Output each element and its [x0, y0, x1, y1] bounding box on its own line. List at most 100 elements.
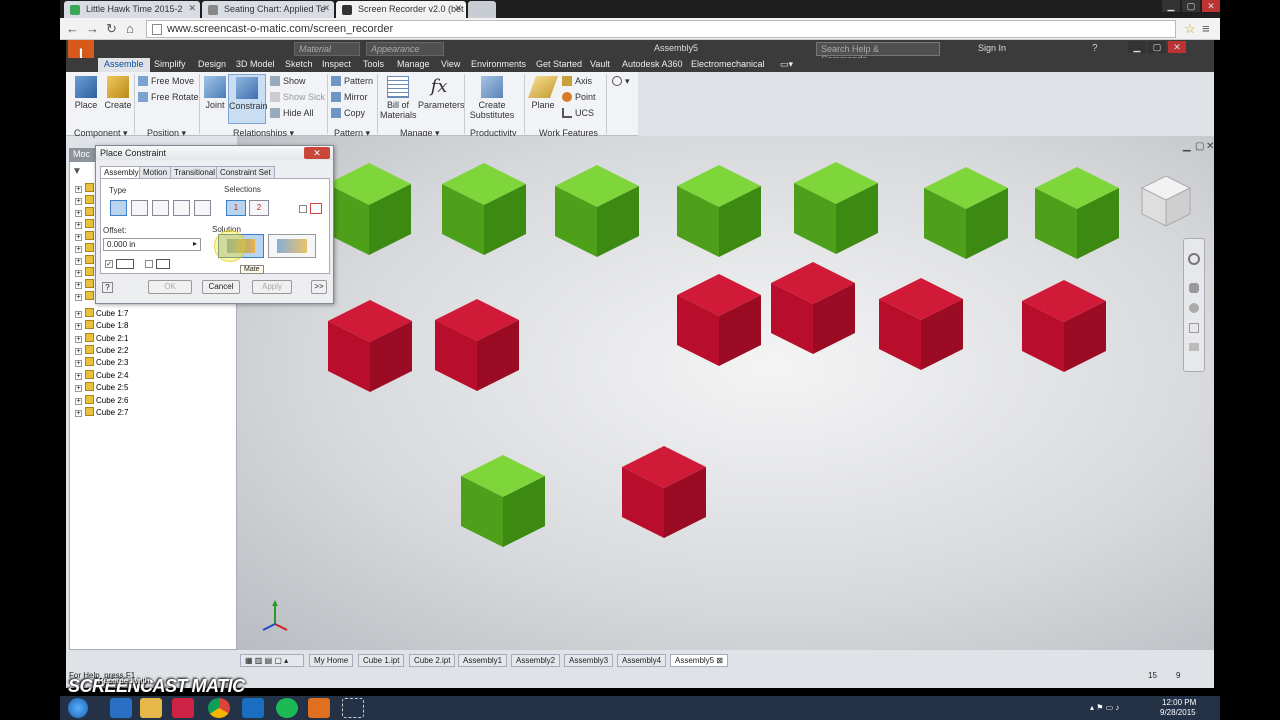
- tab-inspect[interactable]: Inspect: [322, 58, 351, 72]
- tab-assembly[interactable]: Assembly: [100, 166, 143, 178]
- group-position[interactable]: Position ▾: [147, 128, 186, 139]
- expand-icon[interactable]: +: [75, 270, 82, 277]
- expand-icon[interactable]: +: [75, 311, 82, 318]
- expand-icon[interactable]: +: [75, 210, 82, 217]
- tree-row-partial[interactable]: +: [75, 291, 96, 301]
- doc-tab-assembly5[interactable]: Assembly5 ⊠: [670, 654, 729, 667]
- tree-item[interactable]: + Cube 2:2: [75, 345, 128, 355]
- browser-tab-3[interactable]: Screen Recorder v2.0 (bet ✕: [336, 1, 466, 18]
- expand-icon[interactable]: +: [75, 258, 82, 265]
- filter-icon[interactable]: ▼: [72, 166, 82, 177]
- tab-motion[interactable]: Motion: [139, 166, 172, 178]
- expand-icon[interactable]: +: [75, 348, 82, 355]
- steering-wheel-icon[interactable]: [1188, 253, 1200, 265]
- expand-icon[interactable]: +: [75, 186, 82, 193]
- home-icon[interactable]: ⌂: [126, 21, 134, 36]
- start-button-icon[interactable]: [68, 698, 88, 718]
- mirror-button[interactable]: Mirror: [331, 92, 368, 102]
- look-at-icon[interactable]: [1189, 343, 1199, 351]
- show-preview-checkbox[interactable]: ✓: [105, 260, 113, 268]
- tab-environments[interactable]: Environments: [471, 58, 526, 72]
- create-button[interactable]: Create: [104, 76, 132, 110]
- red-cube[interactable]: [328, 300, 412, 392]
- green-cube[interactable]: [442, 163, 526, 255]
- dialog-close-button[interactable]: ✕: [304, 147, 330, 159]
- hide-all-button[interactable]: Hide All: [270, 108, 314, 118]
- expand-icon[interactable]: +: [75, 323, 82, 330]
- app-close-icon[interactable]: ✕: [1168, 41, 1186, 53]
- offset-arrow-icon[interactable]: ▸: [193, 239, 197, 248]
- tree-item[interactable]: + Cube 2:4: [75, 370, 128, 380]
- green-cube[interactable]: [794, 162, 878, 254]
- constrain-button[interactable]: Constrain: [228, 74, 268, 124]
- doc-tab-assembly4[interactable]: Assembly4: [617, 654, 667, 667]
- tree-item[interactable]: + Cube 1:8: [75, 320, 128, 330]
- expand-icon[interactable]: +: [75, 198, 82, 205]
- tree-item[interactable]: + Cube 2:5: [75, 382, 128, 392]
- tree-row-partial[interactable]: +: [75, 195, 96, 205]
- expand-icon[interactable]: +: [75, 294, 82, 301]
- tab-simplify[interactable]: Simplify: [154, 58, 186, 72]
- tangent-type-button[interactable]: [152, 200, 169, 216]
- axis-button[interactable]: Axis: [562, 76, 592, 86]
- viewport-restore-icon[interactable]: ▢: [1195, 141, 1204, 152]
- browser-tab-2[interactable]: Seating Chart: Applied Te ✕: [202, 1, 334, 18]
- browser-tab-1[interactable]: Little Hawk Time 2015-2 ✕: [64, 1, 200, 18]
- tab-view[interactable]: View: [441, 58, 460, 72]
- red-cube[interactable]: [879, 278, 963, 370]
- expand-icon[interactable]: +: [75, 385, 82, 392]
- green-cube[interactable]: [327, 163, 411, 255]
- tab-manage[interactable]: Manage: [397, 58, 430, 72]
- tab-sketch[interactable]: Sketch: [285, 58, 313, 72]
- expand-icon[interactable]: +: [75, 336, 82, 343]
- tab-transitional[interactable]: Transitional: [170, 166, 220, 178]
- bill-of-materials-button[interactable]: Bill of Materials: [380, 76, 417, 120]
- orbit-icon[interactable]: [1189, 323, 1199, 333]
- chrome-icon[interactable]: [208, 698, 230, 718]
- tree-item[interactable]: + Cube 2:1: [75, 333, 128, 343]
- dialog-titlebar[interactable]: Place Constraint: [96, 146, 333, 160]
- doc-tab-cube2[interactable]: Cube 2.ipt: [409, 654, 456, 667]
- doc-tab-cube1[interactable]: Cube 1.ipt: [358, 654, 405, 667]
- tab-assemble[interactable]: Assemble: [98, 58, 150, 72]
- close-icon[interactable]: ⊠: [716, 656, 723, 665]
- expand-icon[interactable]: +: [75, 373, 82, 380]
- explorer-icon[interactable]: [140, 698, 162, 718]
- graphics-viewport[interactable]: ▁ ▢ ✕: [237, 136, 1214, 650]
- maximize-icon[interactable]: ▢: [1182, 0, 1200, 12]
- doc-tab-assembly1[interactable]: Assembly1: [458, 654, 508, 667]
- green-cube[interactable]: [677, 165, 761, 257]
- plane-button[interactable]: Plane: [527, 76, 559, 110]
- tab-electromechanical[interactable]: Electromechanical: [691, 58, 765, 72]
- tree-item[interactable]: + Cube 2:6: [75, 395, 128, 405]
- media-icon[interactable]: [172, 698, 194, 718]
- selection-1-button[interactable]: 1: [226, 200, 246, 216]
- expand-icon[interactable]: +: [75, 222, 82, 229]
- spotify-icon[interactable]: [276, 698, 298, 718]
- tab-vault[interactable]: Vault: [590, 58, 610, 72]
- appearance-dropdown[interactable]: Appearance: [366, 42, 444, 56]
- parameters-button[interactable]: fx Parameters: [418, 76, 465, 110]
- tree-item[interactable]: + Cube 2:3: [75, 357, 128, 367]
- address-bar[interactable]: www.screencast-o-matic.com/screen_record…: [146, 20, 1176, 38]
- close-icon[interactable]: ✕: [454, 3, 462, 14]
- tab-autodesk-a360[interactable]: Autodesk A360: [622, 58, 683, 72]
- flush-solution-button[interactable]: [268, 234, 316, 258]
- red-cube[interactable]: [771, 262, 855, 354]
- app-minimize-icon[interactable]: ▁: [1128, 41, 1146, 53]
- tab-design[interactable]: Design: [198, 58, 226, 72]
- ribbon-options-icon[interactable]: ▭▾: [780, 58, 793, 72]
- green-cube[interactable]: [924, 167, 1008, 259]
- snipping-tool-icon[interactable]: [342, 698, 364, 718]
- expand-icon[interactable]: +: [75, 410, 82, 417]
- expand-dialog-button[interactable]: >>: [311, 280, 327, 294]
- tab-constraint-set[interactable]: Constraint Set: [216, 166, 275, 178]
- minimize-icon[interactable]: ▁: [1162, 0, 1180, 12]
- tree-item[interactable]: + Cube 2:7: [75, 407, 128, 417]
- ucs-button[interactable]: UCS: [562, 108, 594, 118]
- free-rotate-button[interactable]: Free Rotate: [138, 92, 199, 102]
- insert-type-button[interactable]: [173, 200, 190, 216]
- close-window-icon[interactable]: ✕: [1202, 0, 1220, 12]
- material-dropdown[interactable]: Material: [294, 42, 360, 56]
- group-component[interactable]: Component ▾: [74, 128, 128, 139]
